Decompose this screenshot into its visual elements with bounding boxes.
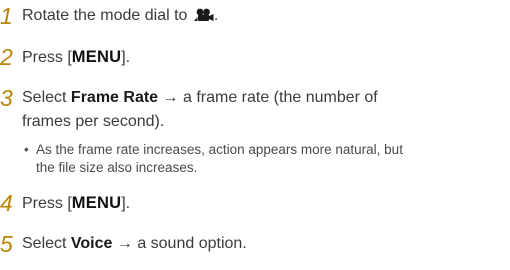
frame-rate-option: Frame Rate	[70, 89, 159, 106]
step-2-suffix: ].	[121, 49, 131, 66]
step-text: Press [MENU].	[22, 45, 130, 70]
step-number: 5	[0, 231, 13, 257]
step-4-prefix: Press [	[22, 195, 72, 212]
step-3-prefix: Select	[22, 89, 71, 106]
step-number: 4	[0, 190, 13, 216]
bullet-icon: •	[24, 142, 29, 157]
step-text: Press [MENU].	[22, 191, 130, 216]
note-line-1: As the frame rate increases, action appe…	[36, 142, 403, 157]
step-text: Select Voice → a sound option.	[22, 232, 247, 256]
voice-option: Voice	[70, 235, 113, 252]
step-1-suffix: .	[213, 7, 219, 24]
step-3-continuation: frames per second).	[22, 113, 165, 130]
movie-camera-icon	[193, 6, 214, 30]
step-5-prefix: Select	[22, 235, 71, 252]
step-5: 5 Select Voice → a sound option.	[0, 232, 247, 256]
instruction-page: 1 Rotate the mode dial to . 2 Press [MEN…	[0, 0, 510, 270]
step-1: 1 Rotate the mode dial to .	[0, 4, 218, 30]
note-line-2: the file size also increases.	[36, 160, 198, 175]
step-2-prefix: Press [	[22, 49, 72, 66]
step-number: 1	[0, 3, 13, 29]
step-3: 3 Select Frame Rate → a frame rate (the …	[0, 86, 378, 110]
step-5-text: → a sound option.	[112, 235, 247, 252]
menu-key: MENU	[71, 48, 122, 66]
step-4-suffix: ].	[121, 195, 131, 212]
step-number: 3	[0, 85, 13, 111]
step-text: Select Frame Rate → a frame rate (the nu…	[22, 86, 378, 110]
step-2: 2 Press [MENU].	[0, 45, 130, 70]
menu-key: MENU	[71, 194, 122, 212]
step-1-text: Rotate the mode dial to	[22, 7, 188, 24]
step-text: Rotate the mode dial to .	[22, 4, 218, 30]
step-3-text: → a frame rate (the number of	[158, 89, 378, 106]
step-number: 2	[0, 44, 13, 70]
step-4: 4 Press [MENU].	[0, 191, 130, 216]
